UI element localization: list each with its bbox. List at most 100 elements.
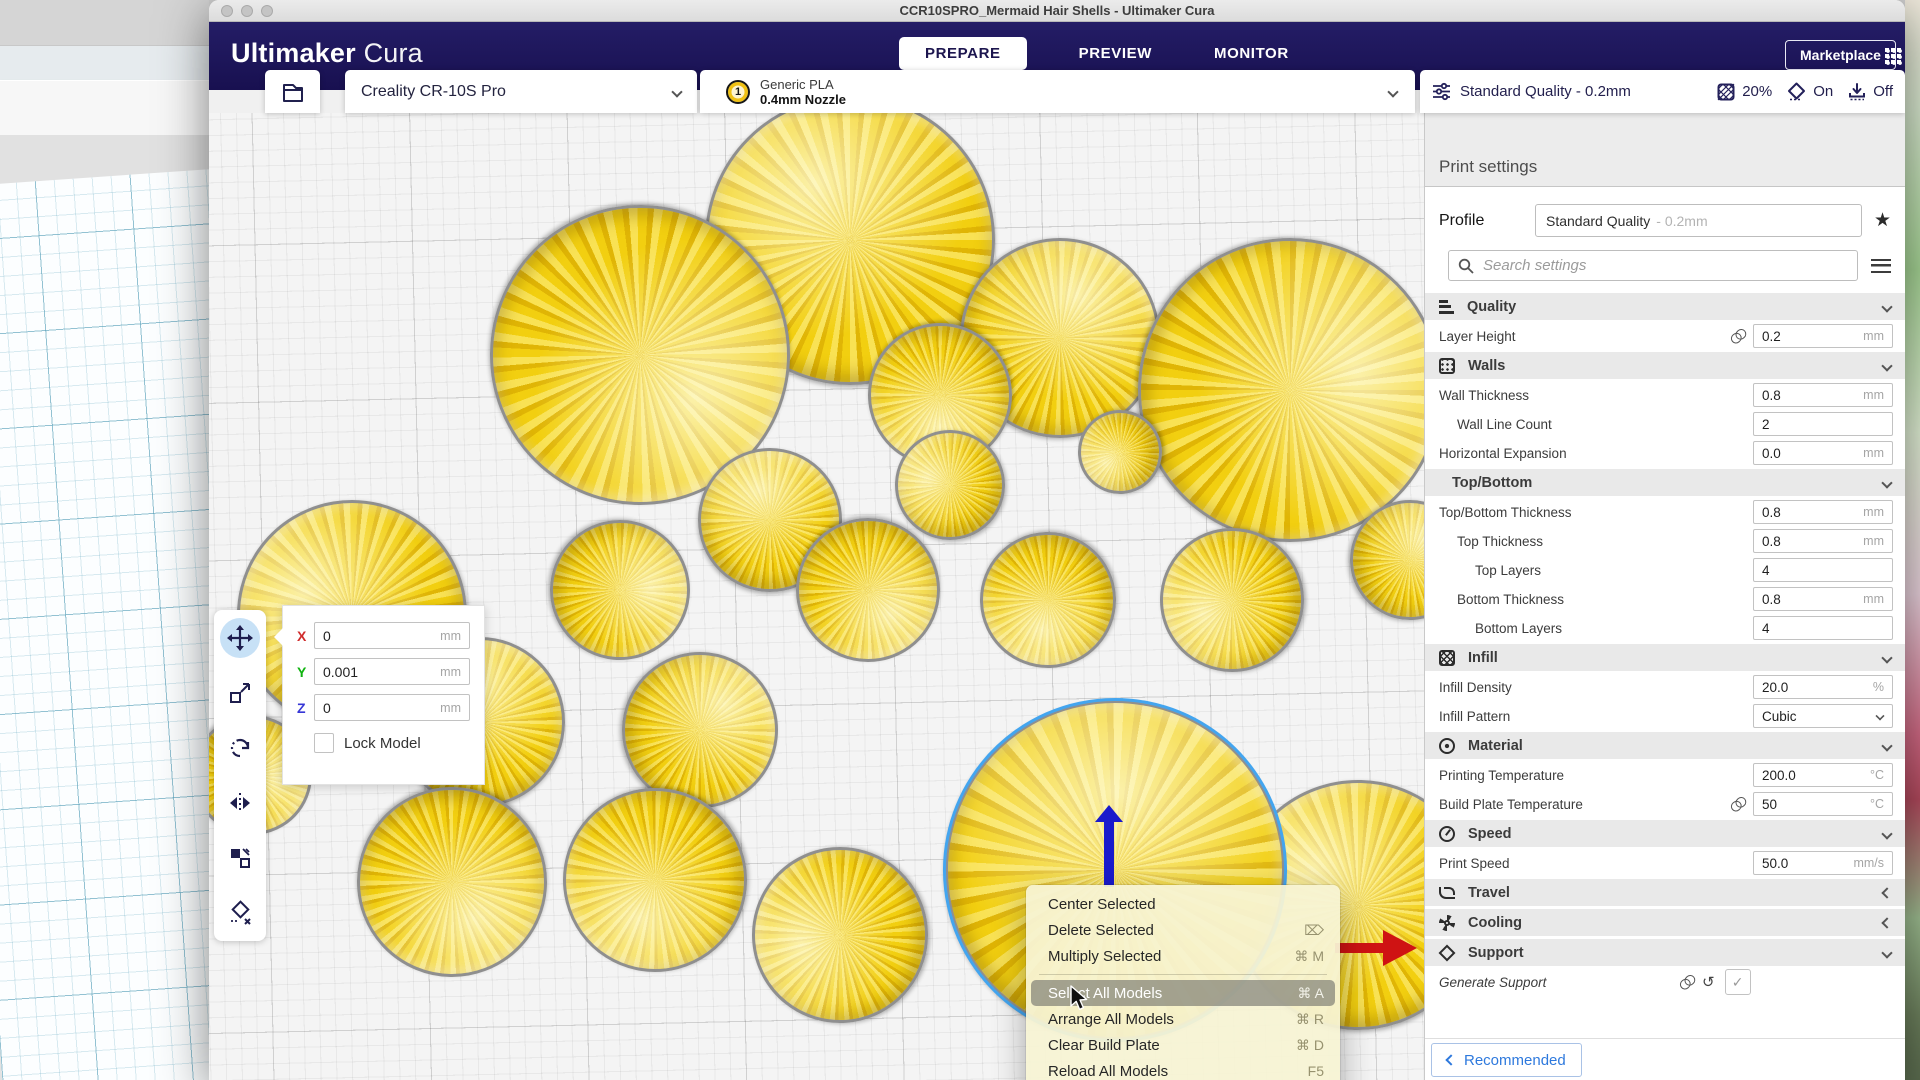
link-icon [1678, 974, 1695, 991]
settings-visibility-menu-icon[interactable] [1871, 259, 1891, 273]
menu-item-clear-build-plate[interactable]: Clear Build Plate⌘ D [1031, 1032, 1335, 1058]
summary-support: On [1813, 83, 1833, 100]
print-settings-header: Print settings [1425, 113, 1905, 187]
section-header-walls[interactable]: Walls [1425, 352, 1905, 379]
desktop-background-left [0, 0, 209, 1080]
menu-shortcut: ⌦ [1304, 922, 1324, 939]
section-header-support[interactable]: Support [1425, 939, 1905, 966]
lock-model-checkbox[interactable] [314, 733, 334, 753]
mirror-tool-button[interactable] [220, 783, 260, 823]
print-settings-selector[interactable]: Standard Quality - 0.2mm 20% On Off [1420, 70, 1905, 113]
chevron-down-icon [1881, 828, 1892, 839]
section-header-material[interactable]: Material [1425, 732, 1905, 759]
section-header-top-bottom[interactable]: Top/Bottom [1425, 469, 1905, 496]
wall-line-count-input[interactable]: 2 [1753, 412, 1893, 436]
menu-item-multiply-selected[interactable]: Multiply Selected⌘ M [1031, 943, 1335, 969]
top-bottom-thickness-input[interactable]: 0.8mm [1753, 500, 1893, 524]
context-menu: Center SelectedDelete Selected⌦Multiply … [1026, 885, 1340, 1080]
tab-monitor[interactable]: MONITOR [1204, 37, 1299, 70]
section-header-travel[interactable]: Travel [1425, 879, 1905, 906]
menu-item-reload-all-models[interactable]: Reload All ModelsF5 [1031, 1058, 1335, 1080]
top-thickness-input[interactable]: 0.8mm [1753, 529, 1893, 553]
wall-thickness-input[interactable]: 0.8mm [1753, 383, 1893, 407]
infill-pattern-dropdown[interactable]: Cubic [1753, 704, 1893, 728]
material-configuration-selector[interactable]: 1 Generic PLA 0.4mm Nozzle [700, 70, 1415, 113]
tab-preview[interactable]: PREVIEW [1069, 37, 1162, 70]
window-titlebar[interactable]: CCR10SPRO_Mermaid Hair Shells - Ultimake… [209, 0, 1905, 22]
3d-viewport[interactable]: X 0 mm Y 0.001 mm Z 0 [209, 113, 1424, 1080]
adhesion-icon [1848, 83, 1866, 101]
recommended-mode-button[interactable]: Recommended [1431, 1043, 1582, 1077]
per-model-settings-button[interactable] [220, 838, 260, 878]
marketplace-button[interactable]: Marketplace [1785, 40, 1896, 70]
support-blocker-button[interactable] [220, 893, 260, 933]
menu-shortcut: ⌘ A [1298, 985, 1324, 1002]
section-header-quality[interactable]: Quality [1425, 293, 1905, 320]
menu-item-delete-selected[interactable]: Delete Selected⌦ [1031, 917, 1335, 943]
layer-height-input[interactable]: 0.2mm [1753, 324, 1893, 348]
support-blocker-icon [227, 900, 253, 926]
gizmo-x-arrow[interactable] [1335, 926, 1417, 970]
move-tool-button[interactable] [220, 618, 260, 658]
favorite-star-icon[interactable]: ★ [1874, 209, 1891, 232]
nozzle-size: 0.4mm Nozzle [760, 92, 846, 107]
material-name: Generic PLA [760, 77, 846, 92]
close-window-button[interactable] [221, 5, 233, 17]
x-axis-label: X [297, 628, 314, 644]
chevron-left-icon [1445, 1054, 1456, 1065]
build-plate-temperature-input[interactable]: 50°C [1753, 792, 1893, 816]
folder-icon [281, 80, 305, 104]
profile-dropdown[interactable]: Standard Quality - 0.2mm [1535, 204, 1862, 237]
chevron-down-icon [1881, 740, 1892, 751]
y-coordinate-input[interactable]: 0.001 mm [314, 658, 470, 685]
print-speed-input[interactable]: 50.0mm/s [1753, 851, 1893, 875]
revert-icon[interactable]: ↺ [1702, 973, 1715, 991]
search-row: Search settings [1448, 250, 1891, 281]
per-model-settings-icon [228, 846, 252, 870]
section-header-cooling[interactable]: Cooling [1425, 909, 1905, 936]
printer-selector[interactable]: Creality CR-10S Pro [345, 70, 697, 113]
tab-prepare[interactable]: PREPARE [899, 37, 1027, 70]
cura-window: CCR10SPRO_Mermaid Hair Shells - Ultimake… [209, 0, 1905, 1080]
menu-shortcut: F5 [1308, 1063, 1324, 1079]
background-window-band [0, 0, 209, 45]
infill-density-input[interactable]: 20.0% [1753, 675, 1893, 699]
support-icon [1787, 82, 1806, 101]
setting-row-bottom-layers: Bottom Layers4 [1425, 615, 1905, 641]
rotate-tool-button[interactable] [220, 728, 260, 768]
search-settings-input[interactable]: Search settings [1448, 250, 1858, 281]
x-coordinate-input[interactable]: 0 mm [314, 622, 470, 649]
support-icon [1439, 944, 1456, 961]
top-layers-input[interactable]: 4 [1753, 558, 1893, 582]
setting-row-layer-height: Layer Height0.2mm [1425, 323, 1905, 349]
stage-tabs: PREPARE PREVIEW MONITOR [899, 37, 1299, 70]
open-file-button[interactable] [265, 70, 320, 113]
app-logo: Ultimaker Cura [231, 38, 423, 69]
walls-icon [1439, 358, 1455, 374]
chevron-down-icon [1875, 711, 1884, 720]
section-header-infill[interactable]: Infill [1425, 644, 1905, 671]
panel-footer: Recommended [1425, 1038, 1905, 1080]
applications-grid-icon[interactable] [1885, 48, 1902, 65]
chevron-down-icon [1387, 86, 1398, 97]
chevron-down-icon [1881, 477, 1892, 488]
scale-tool-button[interactable] [220, 673, 260, 713]
z-coordinate-input[interactable]: 0 mm [314, 694, 470, 721]
section-header-speed[interactable]: Speed [1425, 820, 1905, 847]
generate-support-checkbox[interactable]: ✓ [1725, 969, 1751, 995]
maximize-window-button[interactable] [261, 5, 273, 17]
horizontal-expansion-input[interactable]: 0.0mm [1753, 441, 1893, 465]
material-icon [1439, 738, 1455, 754]
bottom-thickness-input[interactable]: 0.8mm [1753, 587, 1893, 611]
travel-icon [1439, 887, 1455, 899]
minimize-window-button[interactable] [241, 5, 253, 17]
printing-temperature-input[interactable]: 200.0°C [1753, 763, 1893, 787]
gizmo-z-arrow[interactable] [1095, 805, 1123, 887]
summary-profile: Standard Quality - 0.2mm [1460, 83, 1631, 100]
y-axis-label: Y [297, 664, 314, 680]
background-graph-paper [0, 159, 209, 1080]
menu-item-center-selected[interactable]: Center Selected [1031, 891, 1335, 917]
bottom-layers-input[interactable]: 4 [1753, 616, 1893, 640]
setting-row-infill-pattern: Infill PatternCubic [1425, 703, 1905, 729]
menu-shortcut: ⌘ D [1296, 1037, 1324, 1054]
